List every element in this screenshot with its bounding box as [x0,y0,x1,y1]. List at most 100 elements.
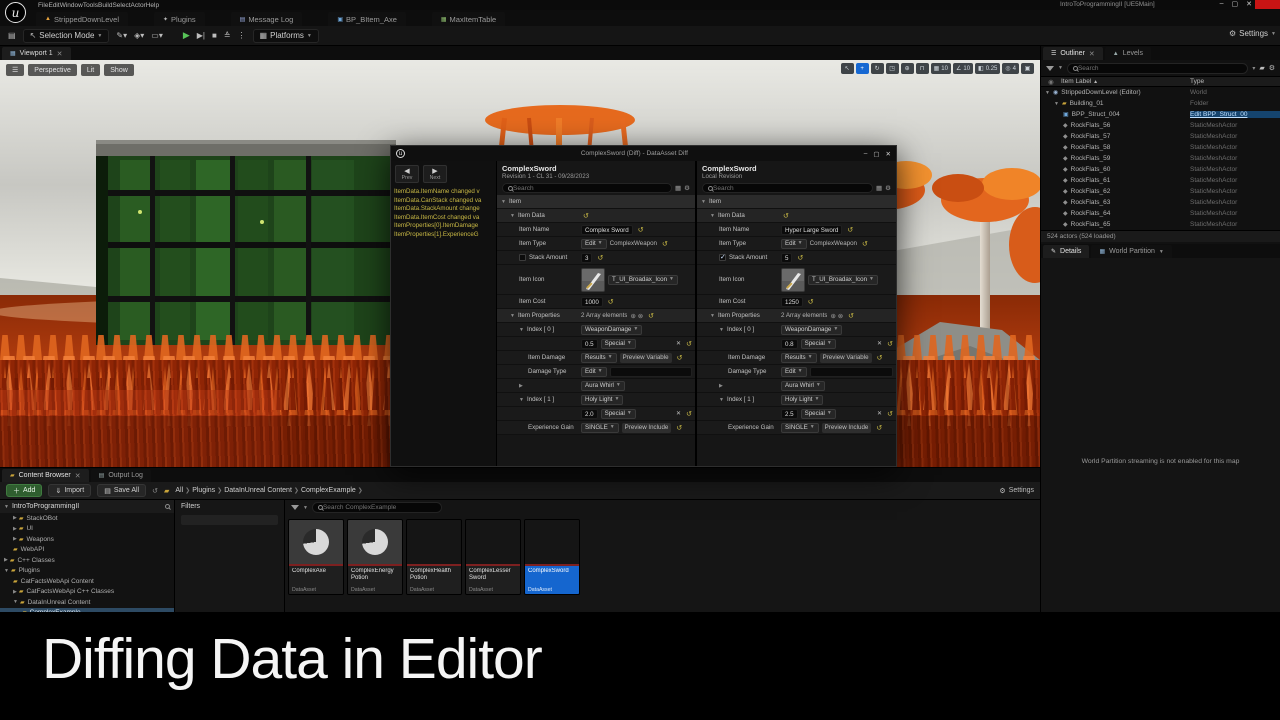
dropdown-pill[interactable]: Edit▼ [781,367,807,377]
play-button[interactable]: ▶ [183,30,190,41]
diff-property-row[interactable]: ▼ Index [ 0 ] WeaponDamage▼ [497,323,695,337]
diff-change-item[interactable]: ItemData.CanStack changed va [394,197,493,204]
outliner-row[interactable]: BPP_Struct_004 Edit BPP_Struct_00 [1041,109,1280,120]
diff-change-item[interactable]: ItemData.StackAmount change [394,205,493,212]
asset-tab[interactable]: Plugins [154,12,205,26]
move-tool-button[interactable]: + [856,63,869,74]
outliner-row[interactable]: RockFlats_60 StaticMeshActor [1041,164,1280,175]
diff-property-row[interactable]: 2.0 Special▼ ✕ ↺ [497,407,695,421]
outliner-row[interactable]: RockFlats_63 StaticMeshActor [1041,197,1280,208]
asset-search-input[interactable] [312,502,442,513]
diff-property-row[interactable]: Item Type Edit▼ ComplexWeapon [697,237,896,251]
play-options-icon[interactable]: ⋮ [238,31,246,40]
dropdown-pill[interactable]: WeaponDamage▼ [781,325,842,335]
tab-levels[interactable]: ▲ Levels [1105,47,1151,60]
selection-mode-dropdown[interactable]: ↖ Selection Mode ▼ [23,29,110,43]
dropdown-pill[interactable]: Special▼ [601,339,636,349]
outliner-row[interactable]: ▼ Building_01 Folder [1041,98,1280,109]
prev-difference-button[interactable]: ◀ Prev [395,165,419,183]
dropdown-pill[interactable]: SINGLE▼ [581,423,619,433]
revert-diff-icon[interactable]: ↺ [808,298,814,306]
scale-snap-button[interactable]: ◧ 0.25 [975,63,1000,74]
delete-element-icon[interactable]: ✕ [877,410,882,417]
dropdown-pill[interactable]: Aura Whirl▼ [781,381,825,391]
content-tree-row[interactable]: ▶ Weapons [0,534,174,545]
platforms-dropdown[interactable]: ▦ Platforms ▼ [253,29,319,43]
menu-item[interactable]: Help [146,2,159,9]
tab-output-log[interactable]: ▤ Output Log [91,469,151,482]
cinematics-icon[interactable]: ▭▾ [151,31,163,40]
settings-gear-icon[interactable]: ⚙ [885,184,891,192]
diff-property-row[interactable]: Item Icon T_UI_Broadax_Icon▼ [697,265,896,295]
dropdown-pill[interactable]: Edit▼ [581,367,607,377]
delete-element-icon[interactable]: ✕ [676,340,681,347]
asset-tab[interactable]: StrippedDownLevel [36,12,128,26]
diff-property-row[interactable]: ▶ Aura Whirl▼ [697,379,896,393]
close-icon[interactable]: ✕ [1089,50,1095,58]
dropdown-pill[interactable]: T_UI_Broadax_Icon▼ [608,275,678,285]
add-button[interactable]: ＋ Add [6,484,42,497]
close-icon[interactable]: ✕ [57,50,63,58]
dropdown-pill[interactable]: Holy Light▼ [781,395,823,405]
revert-diff-icon[interactable]: ↺ [847,226,853,234]
world-local-toggle[interactable]: ⊕ [901,63,914,74]
diff-property-row[interactable]: ▼ Item Properties ▼ 2 Array elements [697,309,896,323]
delete-element-icon[interactable]: ✕ [877,340,882,347]
breadcrumb-item[interactable]: All [175,487,183,494]
tab-content-browser[interactable]: ▰ Content Browser ✕ [2,469,89,482]
diff-property-row[interactable]: Item Cost 1000 ▼ [497,295,695,309]
view-options-icon[interactable]: ▦ [876,184,882,192]
revert-diff-icon[interactable]: ↺ [608,298,614,306]
asset-tile[interactable]: ComplexEnergy Potion DataAsset [347,519,403,595]
revert-diff-icon[interactable]: ↺ [876,424,882,432]
asset-tab[interactable]: MaxItemTable [432,12,505,26]
filter-item[interactable] [181,515,278,525]
diff-change-item[interactable]: ItemProperties[1].ExperienceG [394,231,493,238]
diff-property-row[interactable]: Damage Type Edit▼ [697,365,896,379]
caret-icon[interactable]: ▼ [4,504,9,510]
diff-change-item[interactable]: ItemData.ItemCost changed va [394,214,493,221]
settings-gear-icon[interactable]: ⚙ [684,184,690,192]
diff-property-row[interactable]: Item Damage Results▼ Preview Variable [697,351,896,365]
dropdown-pill[interactable]: Results▼ [781,353,817,363]
breadcrumb-item[interactable]: DataInUnreal Content [224,487,292,494]
diff-change-item[interactable]: ItemProperties[0].ItemDamage [394,222,493,229]
outliner-row[interactable]: RockFlats_62 StaticMeshActor [1041,186,1280,197]
dropdown-pill[interactable]: Special▼ [801,339,836,349]
outliner-row[interactable]: RockFlats_58 StaticMeshActor [1041,142,1280,153]
dropdown-pill[interactable]: T_UI_Broadax_Icon▼ [808,275,878,285]
diff-property-row[interactable]: 0.8 Special▼ ✕ ↺ [697,337,896,351]
revert-diff-icon[interactable]: ↺ [677,354,683,362]
value-field[interactable] [610,367,692,377]
option-chip[interactable]: Preview Include [622,423,672,433]
show-dropdown[interactable]: Show [104,64,134,76]
revert-diff-icon[interactable]: ↺ [648,312,654,320]
checkbox[interactable] [519,254,526,261]
revert-diff-icon[interactable]: ↺ [887,410,893,418]
diff-property-row[interactable]: ▼ Item Properties ▼ 2 Array elements [497,309,695,323]
dropdown-pill[interactable]: Edit▼ [581,239,607,249]
value-field[interactable]: 0.8 [781,339,798,349]
value-field[interactable]: Hyper Large Sword [781,225,842,235]
diff-property-row[interactable]: Stack Amount 3 ▼ [497,251,695,265]
dropdown-pill[interactable]: Aura Whirl▼ [581,381,625,391]
breadcrumb-item[interactable]: Plugins [192,487,215,494]
asset-tab[interactable]: Message Log [231,12,303,26]
menu-item[interactable]: Edit [48,2,59,9]
tab-details[interactable]: ✎ Details [1043,245,1089,258]
diff-property-row[interactable]: ▼ Item Data ▼ [697,209,896,223]
diff-window-titlebar[interactable]: u ComplexSword (Diff) - DataAsset Diff –… [391,146,896,161]
asset-tab[interactable]: BP_BItem_Axe [328,12,406,26]
outliner-row[interactable]: RockFlats_59 StaticMeshActor [1041,153,1280,164]
dropdown-pill[interactable]: Edit▼ [781,239,807,249]
minimize-button[interactable]: – [1220,0,1224,8]
value-field[interactable]: 2.0 [581,409,598,419]
asset-tile[interactable]: ComplexHealth Potion DataAsset [406,519,462,595]
stop-button[interactable]: ■ [212,31,217,40]
rotation-snap-button[interactable]: ∠ 10 [953,63,973,74]
filter-funnel-icon[interactable] [1046,66,1054,71]
content-tree-row[interactable]: ▶ CatFactsWebApi C++ Classes [0,587,174,598]
value-field[interactable] [810,367,893,377]
diff-search-input[interactable] [502,183,672,193]
revert-diff-icon[interactable]: ↺ [862,240,868,248]
